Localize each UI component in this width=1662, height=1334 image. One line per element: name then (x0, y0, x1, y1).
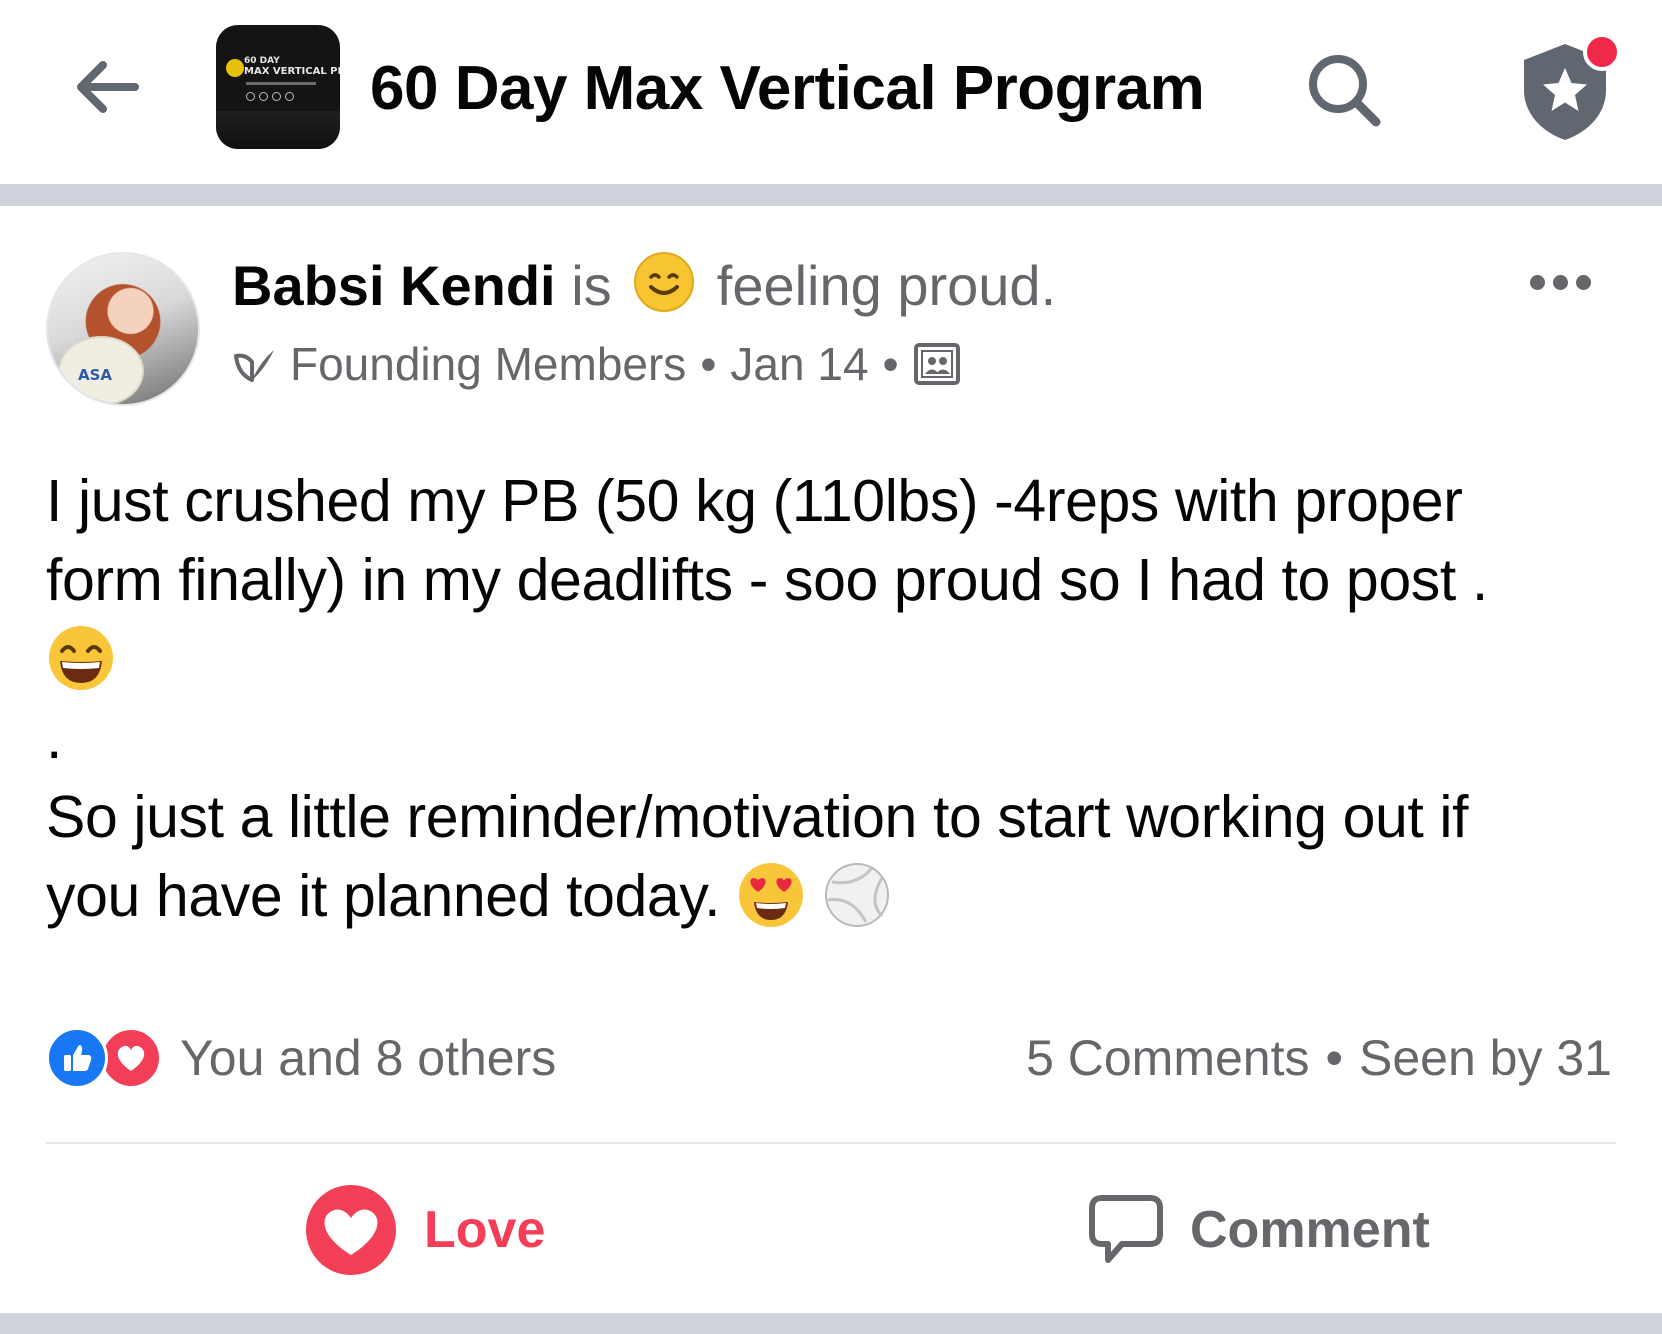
post-line-4: So just a little reminder/motivation to … (46, 784, 1469, 850)
love-heart-icon (100, 1027, 162, 1089)
dot (1552, 274, 1568, 290)
author-name[interactable]: Babsi Kendi (232, 254, 556, 317)
comment-bubble-icon (1089, 1195, 1163, 1263)
group-thumbnail[interactable]: 60 DAY MAX VERTICAL PROGRA (216, 25, 340, 149)
post-line-3: . (46, 705, 62, 771)
search-icon (1309, 55, 1381, 127)
feeling-text: feeling proud. (716, 254, 1057, 317)
comment-button[interactable]: Comment (1088, 1182, 1430, 1278)
dot (1575, 274, 1591, 290)
back-button[interactable] (68, 52, 144, 122)
reactions-text[interactable]: You and 8 others (180, 1029, 556, 1087)
author-line: Babsi Kendi is feeling proud. (232, 250, 1056, 322)
smiling-face-icon (634, 252, 695, 312)
post-line-2: form finally) in my deadlifts - soo prou… (46, 547, 1488, 613)
actions-divider (46, 1142, 1616, 1144)
reactions-summary[interactable]: You and 8 others (46, 1025, 556, 1091)
post-date[interactable]: Jan 14 (730, 334, 868, 394)
post-body: I just crushed my PB (50 kg (110lbs) -4r… (46, 462, 1626, 936)
thumbnail-url-strip (246, 82, 316, 85)
comments-count[interactable]: 5 Comments (1026, 1029, 1309, 1087)
group-members-icon (913, 343, 960, 385)
founding-member-icon (234, 350, 274, 382)
arrow-left-icon (77, 61, 139, 113)
post-line-5: you have it planned today. (46, 863, 721, 929)
meta-separator: • (882, 338, 899, 390)
thumbnail-shade (216, 111, 340, 149)
grinning-squinting-face-icon (49, 626, 113, 690)
like-thumb-icon (46, 1027, 108, 1089)
post-line-5-wrap: you have it planned today. (46, 857, 1626, 936)
notification-dot (1583, 33, 1621, 71)
member-group-label[interactable]: Founding Members (290, 334, 686, 394)
avatar-text: ASA (78, 366, 113, 384)
love-button[interactable]: Love (304, 1182, 545, 1278)
group-thumbnail-line2: MAX VERTICAL PROGRA (244, 66, 340, 77)
comment-button-label: Comment (1190, 1201, 1430, 1259)
love-button-label: Love (424, 1201, 546, 1259)
author-is-text: is (571, 254, 612, 317)
dot (1529, 274, 1545, 290)
seen-by-count[interactable]: Seen by 31 (1359, 1029, 1612, 1087)
more-options-button[interactable] (1520, 252, 1600, 312)
post-stats: 5 Comments • Seen by 31 (1026, 1025, 1612, 1091)
author-avatar[interactable]: ASA (46, 252, 200, 406)
group-title[interactable]: 60 Day Max Vertical Program (370, 48, 1205, 130)
volleyball-logo-icon (226, 59, 244, 77)
heart-eyes-face-icon (739, 863, 804, 927)
stats-separator: • (1325, 1030, 1344, 1086)
avatar-volleyball: ASA (58, 336, 144, 404)
love-reaction-icon (306, 1185, 396, 1275)
post-meta: Founding Members • Jan 14 • (230, 334, 961, 394)
bottom-divider (0, 1313, 1662, 1334)
post-line-1: I just crushed my PB (50 kg (110lbs) -4r… (46, 468, 1463, 534)
group-thumbnail-line1: 60 DAY (244, 56, 280, 66)
meta-separator: • (700, 338, 717, 390)
post-emoji-line (46, 620, 1626, 699)
top-bar: 60 DAY MAX VERTICAL PROGRA 60 Day Max Ve… (0, 0, 1662, 184)
thumbnail-social-icons (246, 92, 294, 101)
volleyball-icon (825, 863, 890, 927)
search-button[interactable] (1300, 46, 1390, 136)
section-divider (0, 184, 1662, 206)
